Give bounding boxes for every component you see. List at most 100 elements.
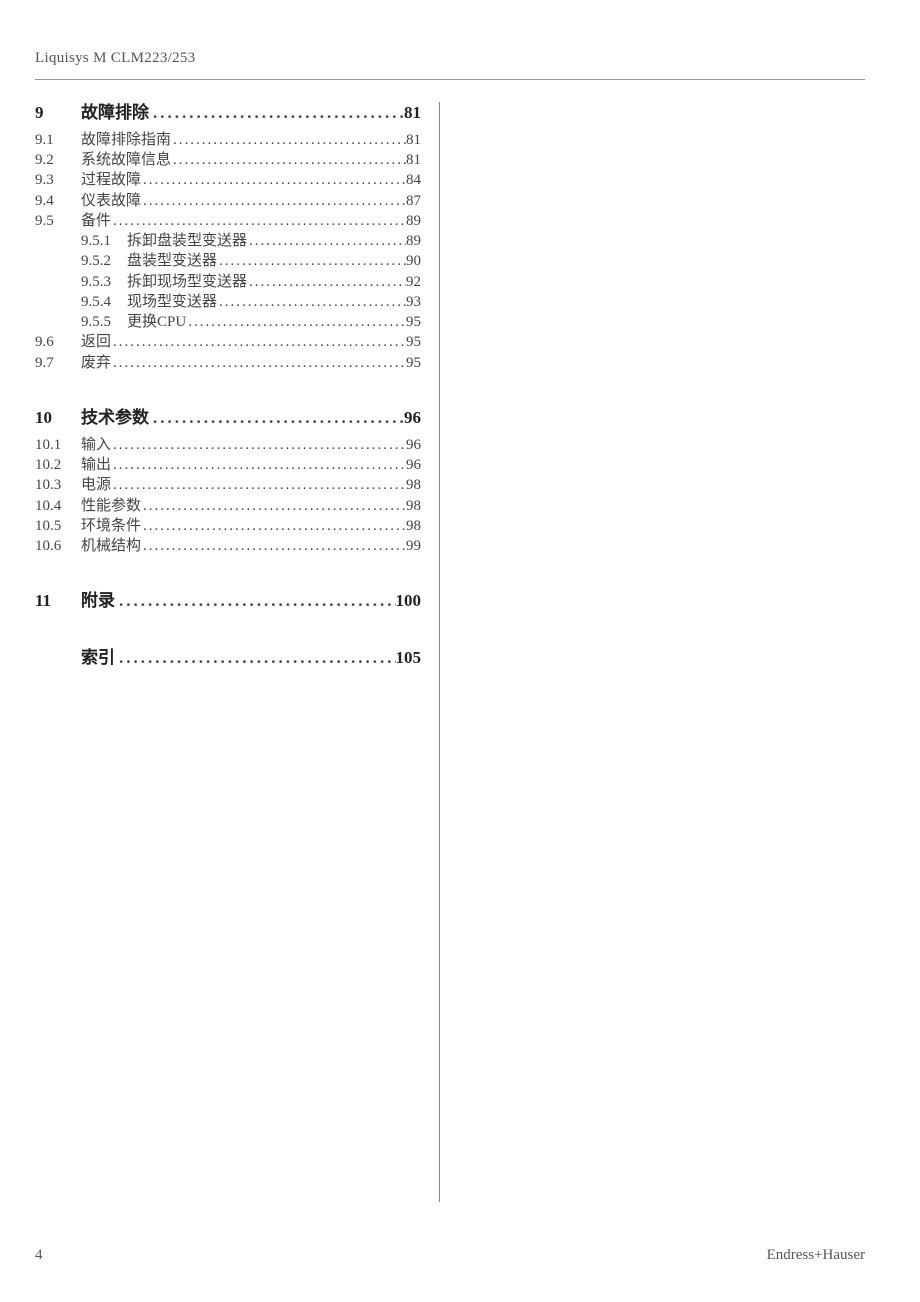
toc-title: 技术参数: [81, 407, 149, 430]
toc-title: 系统故障信息: [81, 150, 171, 170]
toc-num: 9.5.4: [81, 292, 127, 312]
toc-dots: [111, 435, 406, 455]
toc-num: 11: [35, 590, 81, 613]
toc-title: 废弃: [81, 353, 111, 373]
toc-dots: [141, 191, 406, 211]
toc-page: 92: [406, 272, 421, 292]
toc-subentry: 9.5.2盘装型变送器 90: [35, 251, 421, 271]
toc-num: 10: [35, 407, 81, 430]
toc-page: 100: [396, 590, 422, 613]
toc-page: 96: [406, 435, 421, 455]
toc-page: 87: [406, 191, 421, 211]
toc-num: 9.4: [35, 191, 81, 211]
toc-page: 96: [404, 407, 421, 430]
toc-dots: [115, 590, 396, 613]
toc-dots: [111, 455, 406, 475]
toc-dots: [149, 102, 404, 125]
toc-page: 98: [406, 516, 421, 536]
toc-entry: 9.3过程故障84: [35, 170, 421, 190]
toc-title: 性能参数: [81, 496, 141, 516]
toc-dots: [111, 332, 406, 352]
toc-dots: [111, 475, 406, 495]
toc-title: 附录: [81, 590, 115, 613]
toc-num: 10.3: [35, 475, 81, 495]
toc-entry: 10.4性能参数98: [35, 496, 421, 516]
toc-title: 备件: [81, 211, 111, 231]
toc-dots: [247, 231, 406, 251]
toc-num: 10.1: [35, 435, 81, 455]
toc-dots: [149, 407, 404, 430]
toc-num: 9.6: [35, 332, 81, 352]
toc-page: 95: [406, 353, 421, 373]
toc-title: 盘装型变送器: [127, 251, 217, 271]
toc-num: 9.5.1: [81, 231, 127, 251]
toc-dots: [141, 516, 406, 536]
toc-entry: 10.5环境条件 98: [35, 516, 421, 536]
toc-entry: 10.3电源 98: [35, 475, 421, 495]
toc-title: 拆卸现场型变送器: [127, 272, 247, 292]
toc-title: 电源: [81, 475, 111, 495]
toc-page: 93: [406, 292, 421, 312]
toc-dots: [111, 353, 406, 373]
toc-chapter: 索引 105: [35, 647, 421, 670]
company-name: Endress+Hauser: [767, 1247, 865, 1264]
toc-page: 98: [406, 496, 421, 516]
toc-chapter: 11 附录 100: [35, 590, 421, 613]
toc-num: 9.7: [35, 353, 81, 373]
toc-page: 89: [406, 211, 421, 231]
toc-title: 故障排除: [81, 102, 149, 125]
toc-page: 81: [406, 130, 421, 150]
toc-subentry: 9.5.4现场型变送器93: [35, 292, 421, 312]
toc-dots: [141, 170, 406, 190]
page-number: 4: [35, 1247, 43, 1264]
toc-title: 仪表故障: [81, 191, 141, 211]
toc-page: 105: [396, 647, 422, 670]
toc-dots: [141, 536, 406, 556]
toc-title: 更换CPU: [127, 312, 186, 332]
toc-page: 98: [406, 475, 421, 495]
toc-page: 96: [406, 455, 421, 475]
toc-num: 9.5.2: [81, 251, 127, 271]
toc-dots: [115, 647, 396, 670]
toc-num: 9.5.5: [81, 312, 127, 332]
toc-page: 90: [406, 251, 421, 271]
toc-num: 9: [35, 102, 81, 125]
toc-page: 81: [406, 150, 421, 170]
toc-subentry: 9.5.3拆卸现场型变送器92: [35, 272, 421, 292]
toc-entry: 9.2系统故障信息81: [35, 150, 421, 170]
toc-dots: [171, 150, 406, 170]
toc-entry: 9.4仪表故障 87: [35, 191, 421, 211]
toc-title: 过程故障: [81, 170, 141, 190]
toc-num: 10.6: [35, 536, 81, 556]
toc-page: 95: [406, 332, 421, 352]
document-header: Liquisys M CLM223/253: [35, 50, 865, 80]
toc-title: 拆卸盘装型变送器: [127, 231, 247, 251]
toc-subentry: 9.5.1拆卸盘装型变送器89: [35, 231, 421, 251]
toc-entry: 10.1输入 96: [35, 435, 421, 455]
toc-entry: 10.2输出 96: [35, 455, 421, 475]
toc-page: 95: [406, 312, 421, 332]
toc-title: 输出: [81, 455, 111, 475]
toc-page: 84: [406, 170, 421, 190]
toc-title: 输入: [81, 435, 111, 455]
toc-column: 9 故障排除 81 9.1故障排除指南81 9.2系统故障信息81 9.3过程故…: [35, 102, 440, 1202]
toc-dots: [217, 251, 406, 271]
toc-dots: [171, 130, 406, 150]
toc-entry: 10.6机械结构99: [35, 536, 421, 556]
toc-dots: [141, 496, 406, 516]
toc-page: 99: [406, 536, 421, 556]
toc-num: 10.2: [35, 455, 81, 475]
toc-dots: [217, 292, 406, 312]
toc-title: 索引: [81, 647, 115, 670]
toc-num: 9.1: [35, 130, 81, 150]
toc-title: 返回: [81, 332, 111, 352]
toc-entry: 9.6返回 95: [35, 332, 421, 352]
toc-subentry: 9.5.5更换CPU 95: [35, 312, 421, 332]
toc-page: 81: [404, 102, 421, 125]
toc-dots: [186, 312, 406, 332]
toc-num: 10.5: [35, 516, 81, 536]
toc-entry: 9.5备件89: [35, 211, 421, 231]
toc-title: 环境条件: [81, 516, 141, 536]
toc-dots: [111, 211, 406, 231]
toc-chapter: 10 技术参数 96: [35, 407, 421, 430]
